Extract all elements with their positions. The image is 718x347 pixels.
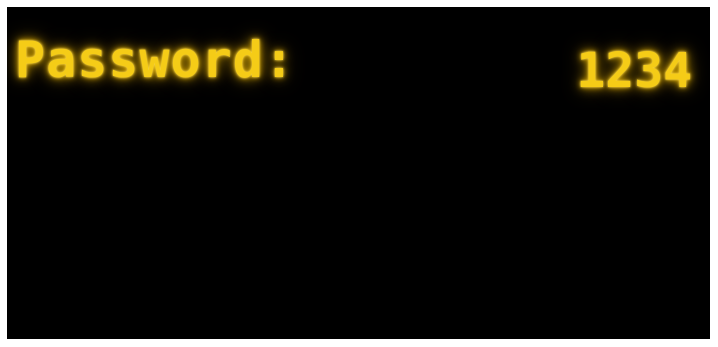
display-frame: Password: 1234: [0, 0, 718, 347]
password-label: Password:: [15, 31, 295, 89]
lcd-screen: Password: 1234: [7, 7, 710, 339]
password-value: 1234: [576, 43, 692, 99]
